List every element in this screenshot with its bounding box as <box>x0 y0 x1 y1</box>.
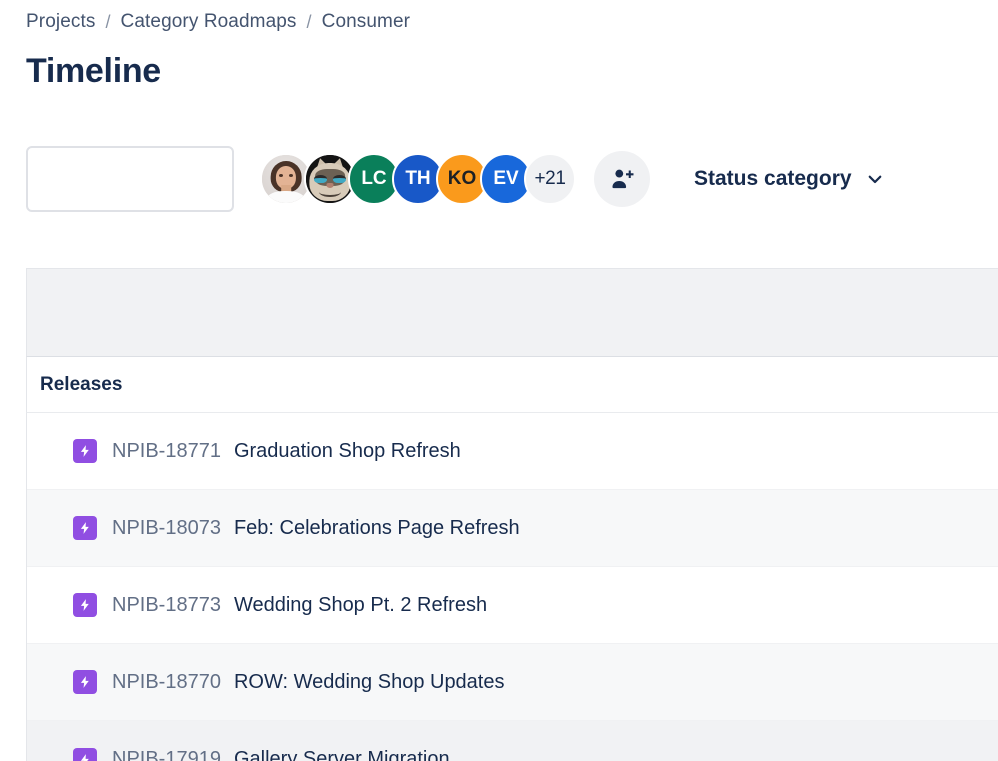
issue-summary[interactable]: Feb: Celebrations Page Refresh <box>234 517 520 540</box>
epic-icon <box>73 748 97 761</box>
status-category-dropdown[interactable]: Status category <box>694 167 884 191</box>
epic-icon <box>73 593 97 617</box>
epic-icon <box>73 439 97 463</box>
issue-key[interactable]: NPIB-18073 <box>112 517 221 540</box>
person-add-icon <box>609 166 635 192</box>
breadcrumb-item-category-roadmaps[interactable]: Category Roadmaps <box>121 11 297 33</box>
timeline-page: Projects / Category Roadmaps / Consumer … <box>0 0 998 761</box>
search-input[interactable] <box>44 148 265 210</box>
table-row[interactable]: NPIB-18773 Wedding Shop Pt. 2 Refresh <box>27 567 998 644</box>
breadcrumb: Projects / Category Roadmaps / Consumer <box>26 11 410 33</box>
issue-summary[interactable]: ROW: Wedding Shop Updates <box>234 671 505 694</box>
breadcrumb-separator: / <box>307 12 312 33</box>
issue-key[interactable]: NPIB-18771 <box>112 440 221 463</box>
avatar-group: LC TH KO EV +21 <box>260 153 576 205</box>
issue-key[interactable]: NPIB-18773 <box>112 594 221 617</box>
breadcrumb-separator: / <box>105 12 110 33</box>
issue-list: NPIB-18771 Graduation Shop Refresh NPIB-… <box>26 413 998 761</box>
issue-key[interactable]: NPIB-18770 <box>112 671 221 694</box>
releases-header-row: Releases <box>26 357 998 413</box>
issue-summary[interactable]: Gallery Server Migration <box>234 748 450 761</box>
search-box[interactable] <box>26 146 234 212</box>
issue-key[interactable]: NPIB-17919 <box>112 748 221 761</box>
status-category-label: Status category <box>694 167 852 191</box>
breadcrumb-item-consumer[interactable]: Consumer <box>322 11 410 33</box>
epic-icon <box>73 670 97 694</box>
timeline-table: Releases NPIB-18771 Graduation Shop Refr… <box>26 268 998 761</box>
epic-icon <box>73 516 97 540</box>
table-row[interactable]: NPIB-18771 Graduation Shop Refresh <box>27 413 998 490</box>
breadcrumb-item-projects[interactable]: Projects <box>26 11 95 33</box>
issue-summary[interactable]: Graduation Shop Refresh <box>234 440 461 463</box>
chevron-down-icon <box>866 170 884 188</box>
timeline-chart-header <box>26 268 998 357</box>
toolbar: LC TH KO EV +21 Status category <box>26 146 884 212</box>
releases-label: Releases <box>40 374 122 396</box>
page-title: Timeline <box>26 52 161 91</box>
avatar-overflow-count[interactable]: +21 <box>524 153 576 205</box>
table-row[interactable]: NPIB-17919 Gallery Server Migration <box>27 721 998 761</box>
table-row[interactable]: NPIB-18073 Feb: Celebrations Page Refres… <box>27 490 998 567</box>
table-row[interactable]: NPIB-18770 ROW: Wedding Shop Updates <box>27 644 998 721</box>
issue-summary[interactable]: Wedding Shop Pt. 2 Refresh <box>234 594 487 617</box>
add-person-button[interactable] <box>594 151 650 207</box>
